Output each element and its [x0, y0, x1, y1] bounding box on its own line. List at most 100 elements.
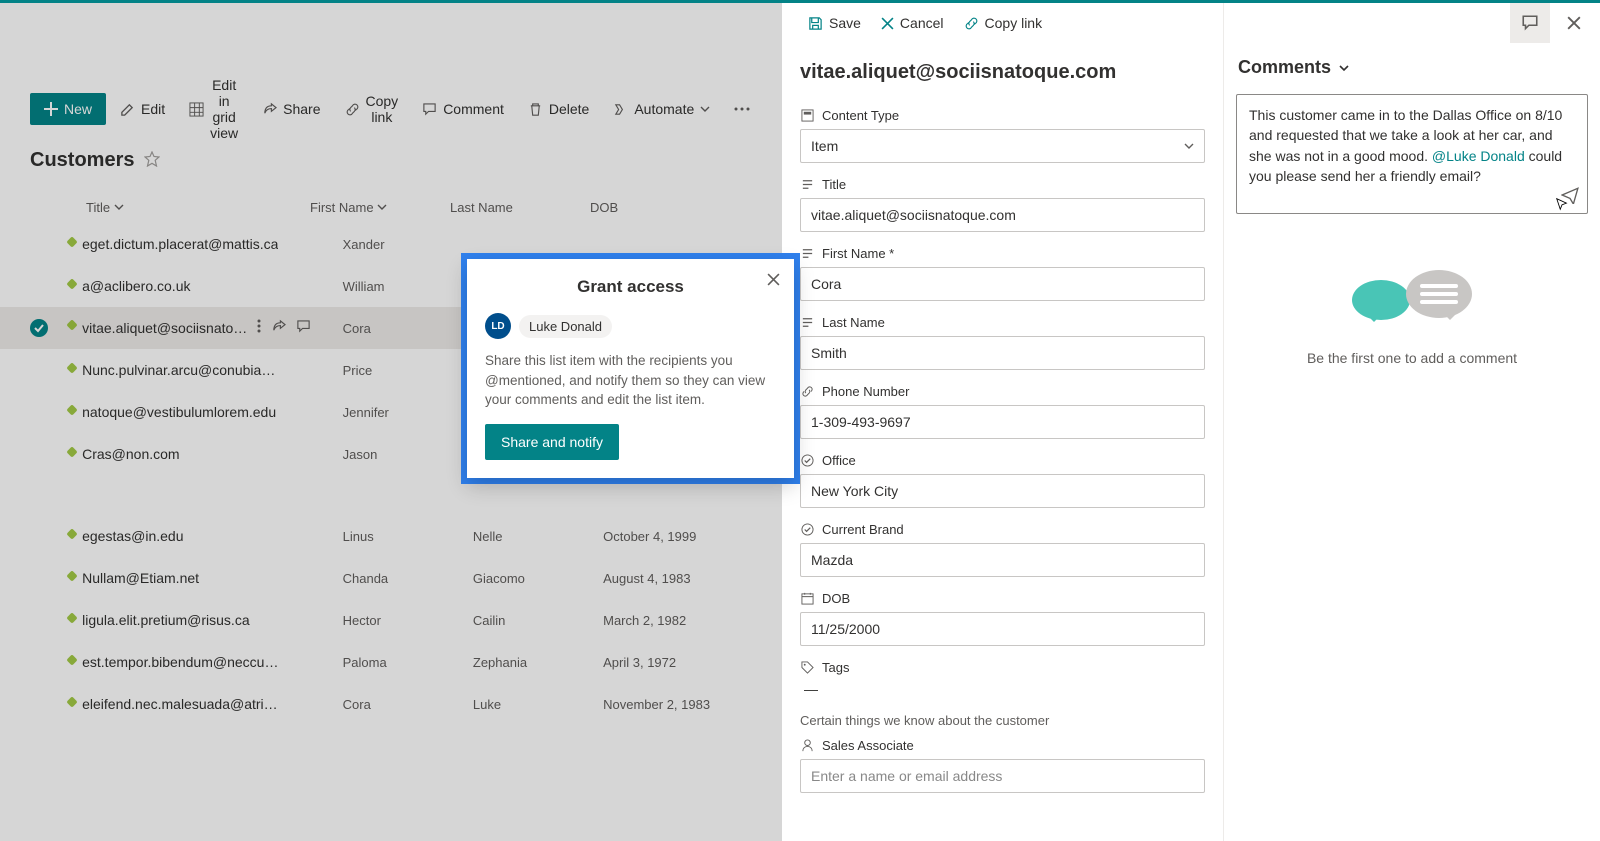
- row-title: vitae.aliquet@sociisnato…: [82, 320, 247, 336]
- row-firstname: Cora: [343, 321, 473, 336]
- field-brand[interactable]: Mazda: [800, 543, 1205, 577]
- status-indicator-icon: [66, 446, 77, 457]
- comment-label: Comment: [443, 101, 504, 117]
- dialog-close-button[interactable]: [767, 273, 780, 291]
- row-firstname: Chanda: [343, 571, 473, 586]
- comments-top-bar: [1224, 3, 1600, 43]
- dialog-body: Share this list item with the recipients…: [467, 351, 794, 424]
- plus-icon: [44, 102, 58, 116]
- panel-top-bar: Save Cancel Copy link: [782, 3, 1223, 43]
- chevron-down-icon: [1184, 138, 1194, 154]
- more-icon: [734, 107, 750, 111]
- automate-button[interactable]: Automate: [603, 93, 720, 125]
- row-share-icon[interactable]: [271, 319, 286, 337]
- text-icon: [800, 316, 814, 329]
- grant-access-highlight: Grant access LD Luke Donald Share this l…: [461, 253, 800, 484]
- label-phone: Phone Number: [800, 384, 1205, 399]
- row-firstname: Linus: [343, 529, 473, 544]
- edit-label: Edit: [141, 101, 165, 117]
- row-lastname: Zephania: [473, 655, 603, 670]
- col-header-lastname[interactable]: Last Name: [450, 200, 590, 215]
- row-dob: November 2, 1983: [603, 697, 752, 712]
- comment-bubbles-icon: [1352, 270, 1472, 330]
- overflow-button[interactable]: [724, 99, 760, 119]
- dialog-title: Grant access: [485, 277, 776, 297]
- col-header-firstname[interactable]: First Name: [310, 200, 450, 215]
- row-dob: August 4, 1983: [603, 571, 752, 586]
- empty-text: Be the first one to add a comment: [1307, 350, 1517, 366]
- row-comment-icon[interactable]: [296, 319, 311, 337]
- field-lastname[interactable]: Smith: [800, 336, 1205, 370]
- column-headers: Title First Name Last Name DOB: [0, 192, 782, 223]
- recipient-name: Luke Donald: [519, 315, 612, 338]
- comment-button[interactable]: Comment: [412, 93, 514, 125]
- avatar: LD: [485, 313, 511, 339]
- row-lastname: Luke: [473, 697, 603, 712]
- person-icon: [800, 739, 814, 752]
- link-icon: [800, 385, 814, 398]
- text-icon: [800, 178, 814, 191]
- status-indicator-icon: [66, 404, 77, 415]
- field-content-type[interactable]: Item: [800, 129, 1205, 163]
- row-title: eget.dictum.placerat@mattis.ca: [82, 236, 278, 252]
- toggle-comments-button[interactable]: [1510, 3, 1550, 43]
- new-button[interactable]: New: [30, 93, 106, 125]
- delete-label: Delete: [549, 101, 589, 117]
- link-icon: [345, 102, 360, 117]
- field-office[interactable]: New York City: [800, 474, 1205, 508]
- panel-close-button[interactable]: [1554, 3, 1594, 43]
- copylink-button[interactable]: Copy link: [335, 85, 409, 133]
- status-indicator-icon: [66, 278, 77, 289]
- table-row[interactable]: eleifend.nec.malesuada@atrisus.caCoraLuk…: [0, 683, 782, 725]
- field-title[interactable]: vitae.aliquet@sociisnatoque.com: [800, 198, 1205, 232]
- status-indicator-icon: [66, 570, 77, 581]
- row-firstname: Paloma: [343, 655, 473, 670]
- row-more-icon[interactable]: [257, 319, 261, 337]
- list-title: Customers: [30, 149, 134, 172]
- grant-access-dialog: Grant access LD Luke Donald Share this l…: [467, 259, 794, 478]
- row-firstname: Xander: [343, 237, 473, 252]
- table-row[interactable]: Nullam@Etiam.netChandaGiacomoAugust 4, 1…: [0, 557, 782, 599]
- share-button[interactable]: Share: [252, 93, 330, 125]
- col-header-dob[interactable]: DOB: [590, 200, 750, 215]
- field-phone[interactable]: 1-309-493-9697: [800, 405, 1205, 439]
- row-checkbox[interactable]: [30, 319, 48, 337]
- panel-scroll[interactable]: vitae.aliquet@sociisnatoque.com Content …: [782, 43, 1223, 841]
- label-tags: Tags: [800, 660, 1205, 675]
- col-header-title[interactable]: Title: [30, 200, 310, 215]
- share-and-notify-button[interactable]: Share and notify: [485, 424, 619, 460]
- comment-input[interactable]: This customer came in to the Dallas Offi…: [1236, 94, 1588, 214]
- status-indicator-icon: [66, 236, 77, 247]
- form-panel: Save Cancel Copy link vitae.aliquet@soci…: [782, 3, 1224, 841]
- recipient-chip[interactable]: LD Luke Donald: [485, 313, 776, 339]
- dialog-header: Grant access: [467, 259, 794, 303]
- table-row[interactable]: est.tempor.bibendum@neccursusa.com Paloma…: [0, 641, 782, 683]
- row-dob: April 3, 1972: [603, 655, 752, 670]
- edit-button[interactable]: Edit: [110, 93, 175, 125]
- row-title: natoque@vestibulumlorem.edu: [82, 404, 276, 420]
- table-row[interactable]: egestas@in.eduLinusNelleOctober 4, 1999: [0, 515, 782, 557]
- chevron-down-icon: [1339, 57, 1349, 78]
- panel-copylink-button[interactable]: Copy link: [956, 11, 1051, 35]
- status-indicator-icon: [66, 612, 77, 623]
- row-dob: October 4, 1999: [603, 529, 752, 544]
- delete-button[interactable]: Delete: [518, 93, 599, 125]
- new-button-label: New: [64, 101, 92, 117]
- row-title: est.tempor.bibendum@neccursusa.com: [82, 654, 282, 670]
- status-indicator-icon: [66, 528, 77, 539]
- cancel-button[interactable]: Cancel: [873, 11, 952, 35]
- favorite-star-icon[interactable]: [144, 151, 160, 170]
- field-firstname[interactable]: Cora: [800, 267, 1205, 301]
- table-row[interactable]: ligula.elit.pretium@risus.caHectorCailin…: [0, 599, 782, 641]
- row-dob: March 2, 1982: [603, 613, 752, 628]
- comments-heading[interactable]: Comments: [1224, 43, 1600, 88]
- row-firstname: Jason: [343, 447, 473, 462]
- comment-mention[interactable]: @Luke Donald: [1432, 148, 1525, 164]
- cursor-icon: [1555, 197, 1569, 211]
- field-dob[interactable]: 11/25/2000: [800, 612, 1205, 646]
- status-indicator-icon: [66, 696, 77, 707]
- save-button[interactable]: Save: [800, 11, 869, 35]
- label-lastname: Last Name: [800, 315, 1205, 330]
- field-sales-associate[interactable]: Enter a name or email address: [800, 759, 1205, 793]
- contenttype-icon: [800, 109, 814, 122]
